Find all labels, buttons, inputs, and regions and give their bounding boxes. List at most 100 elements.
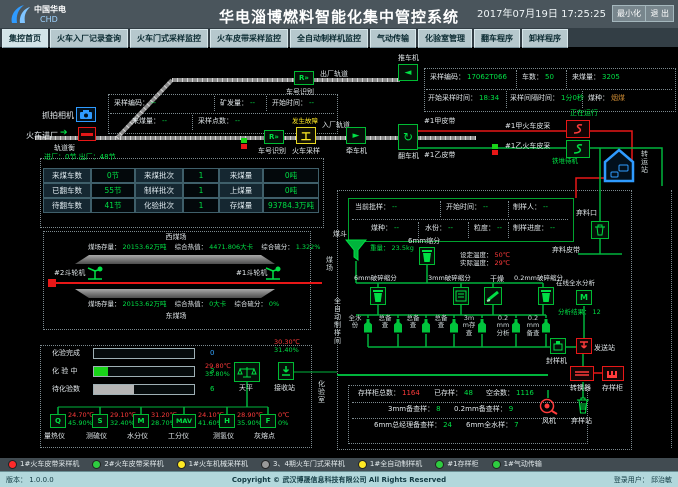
converter-icon[interactable]	[570, 366, 594, 381]
sample-bottle-icon[interactable]	[541, 318, 551, 334]
ash-fusion-icon[interactable]: F	[260, 414, 276, 428]
tab-home[interactable]: 集控首页	[2, 29, 48, 48]
legend-item: #1存样柜	[435, 459, 478, 469]
tab-pneumatic[interactable]: 气动传输	[370, 29, 416, 48]
calorimeter-icon[interactable]: Q	[50, 414, 66, 428]
train-sampling-label: 火车采样	[292, 147, 320, 155]
belt-coal-amount: 来煤量：3205	[572, 73, 620, 81]
tab-unload-program[interactable]: 卸样程序	[522, 29, 568, 48]
proximate-analyzer-icon[interactable]: MAV	[172, 414, 196, 428]
dumper-label: 翻车机	[398, 152, 419, 160]
receive-station-icon[interactable]	[278, 362, 294, 380]
dryer-actual-temp: 实际温度：29℃	[460, 260, 510, 268]
sampler-b-label: #1乙火车皮采	[505, 142, 550, 150]
crush02-bin-icon[interactable]	[538, 287, 554, 305]
belt-b-label: #1乙皮带	[424, 151, 455, 159]
belt-sampler-a-icon[interactable]	[566, 120, 590, 138]
moisture-analyzer-icon[interactable]: M	[133, 414, 149, 428]
exit-button[interactable]: 退 出	[645, 5, 674, 22]
crush6-bin-icon[interactable]	[370, 287, 386, 305]
car-id-reader-exit-icon[interactable]: R»	[294, 71, 314, 85]
puller-icon[interactable]: ►	[346, 127, 366, 144]
entry-exit-counts: 进厂：0节 出厂：48节	[44, 153, 116, 161]
tab-auto-prep[interactable]: 全自动制样机监控	[290, 29, 368, 48]
gate-mine-amount: 矿发量：--	[220, 99, 255, 107]
inst-hum: 45.90%	[68, 420, 93, 428]
bottle-label: 0.2mm备查	[526, 315, 540, 337]
backup-02mm: 0.2mm备查样：9	[454, 405, 513, 413]
signal-light-green-2	[492, 144, 498, 149]
wheel2-label: #2斗轮机	[54, 269, 85, 277]
tab-train-entry-records[interactable]: 火车入厂记录查询	[50, 29, 128, 48]
sep6-label: 6mm缩分	[408, 237, 440, 245]
dumper-icon[interactable]: ↻	[398, 124, 418, 150]
fan-icon[interactable]	[538, 398, 558, 415]
progress-testing	[93, 366, 195, 377]
stat-label: 上煤量	[219, 183, 263, 198]
cabinet-label: 存样柜	[602, 384, 623, 392]
bar-label-testing: 化 验 中	[52, 367, 77, 375]
balance-icon[interactable]	[234, 362, 260, 382]
stat-value: 1	[183, 183, 219, 198]
send-station-icon[interactable]	[576, 338, 592, 354]
track-scale-icon[interactable]	[78, 127, 96, 141]
sulfur-analyzer-icon[interactable]: S	[92, 414, 108, 428]
sample-bottle-icon[interactable]	[363, 318, 373, 334]
car-id-reader-entry-icon[interactable]: R»	[264, 130, 284, 144]
bottle-label: 总备查	[406, 315, 420, 330]
online-moisture-icon[interactable]: M	[576, 290, 592, 305]
online-moisture-label: 在线全水分析	[556, 280, 595, 288]
datetime: 2017年07月19日 17:25:25	[477, 9, 606, 21]
sample-bottle-icon[interactable]	[477, 318, 487, 334]
belt-start-time: 开始采样时间：18:34	[428, 94, 499, 102]
status-dot	[92, 460, 101, 469]
belt-a-label: #1甲皮带	[424, 117, 455, 125]
transfer-station-icon[interactable]	[603, 148, 635, 183]
legend-label: 1#火车机械采样机	[189, 459, 248, 469]
puller-label: 牵车机	[346, 147, 367, 155]
train-sampler-gantry-icon[interactable]: 工	[296, 127, 316, 144]
bar-label-done: 化验完成	[52, 349, 80, 357]
legend-label: #1存样柜	[447, 459, 478, 469]
sample-bottle-icon[interactable]	[393, 318, 403, 334]
stat-value: 93784.3万吨	[263, 198, 319, 213]
prep-particle-size: 粒度：--	[474, 224, 502, 232]
hopper-weight: 重量：23.5kg	[368, 245, 414, 253]
bucket-wheel-2-icon[interactable]	[86, 263, 104, 281]
inst-hum: 35.90%	[237, 420, 262, 428]
dryer-icon[interactable]	[484, 287, 502, 305]
discard-port-icon[interactable]	[591, 221, 609, 239]
crush3-gate-icon[interactable]	[453, 287, 469, 305]
pusher-icon[interactable]: ◄	[398, 64, 418, 81]
legend-item: 1#气动传输	[492, 459, 542, 469]
snap-camera-icon[interactable]	[76, 107, 96, 122]
stat-value: 0吨	[263, 168, 319, 183]
discard-station-icon[interactable]	[575, 396, 591, 415]
sample-cabinet-icon[interactable]	[602, 366, 624, 381]
sep6-bin-icon[interactable]	[419, 247, 435, 265]
sealer-label: 封样机	[546, 357, 567, 365]
tab-belt-sampling[interactable]: 火车皮带采样监控	[210, 29, 288, 48]
bucket-wheel-1-icon[interactable]	[264, 263, 282, 281]
transfer-station-label: 转运站	[639, 150, 650, 174]
minimize-button[interactable]: 最小化	[612, 5, 646, 22]
prep-start-time: 开始时间：--	[446, 203, 488, 211]
hydrogen-analyzer-icon[interactable]: H	[219, 414, 235, 428]
prep-room-label: 全自动制样间	[332, 297, 343, 345]
stat-label: 化验批次	[135, 198, 183, 213]
legend-label: 1#火车皮带采样机	[20, 459, 79, 469]
copyright: Copyright © 武汉博晟信息科技有限公司 All Rights Rese…	[0, 475, 678, 485]
tab-dumper-program[interactable]: 翻车程序	[474, 29, 520, 48]
stat-label: 来煤量	[219, 168, 263, 183]
sample-bottle-icon[interactable]	[511, 318, 521, 334]
legend-item: 1#火车皮带采样机	[8, 459, 79, 469]
sample-sealer-icon[interactable]	[550, 338, 566, 354]
sample-bottle-icon[interactable]	[421, 318, 431, 334]
receive-station-label: 接收站	[274, 384, 295, 392]
tab-lab-management[interactable]: 化验室管理	[418, 29, 472, 48]
sample-bottle-icon[interactable]	[449, 318, 459, 334]
coal-hopper-icon[interactable]	[345, 239, 367, 262]
belt-sampler-b-icon[interactable]	[566, 140, 590, 158]
tab-gantry-sampling[interactable]: 火车门式采样监控	[130, 29, 208, 48]
dryer-label: 干燥	[490, 275, 504, 283]
